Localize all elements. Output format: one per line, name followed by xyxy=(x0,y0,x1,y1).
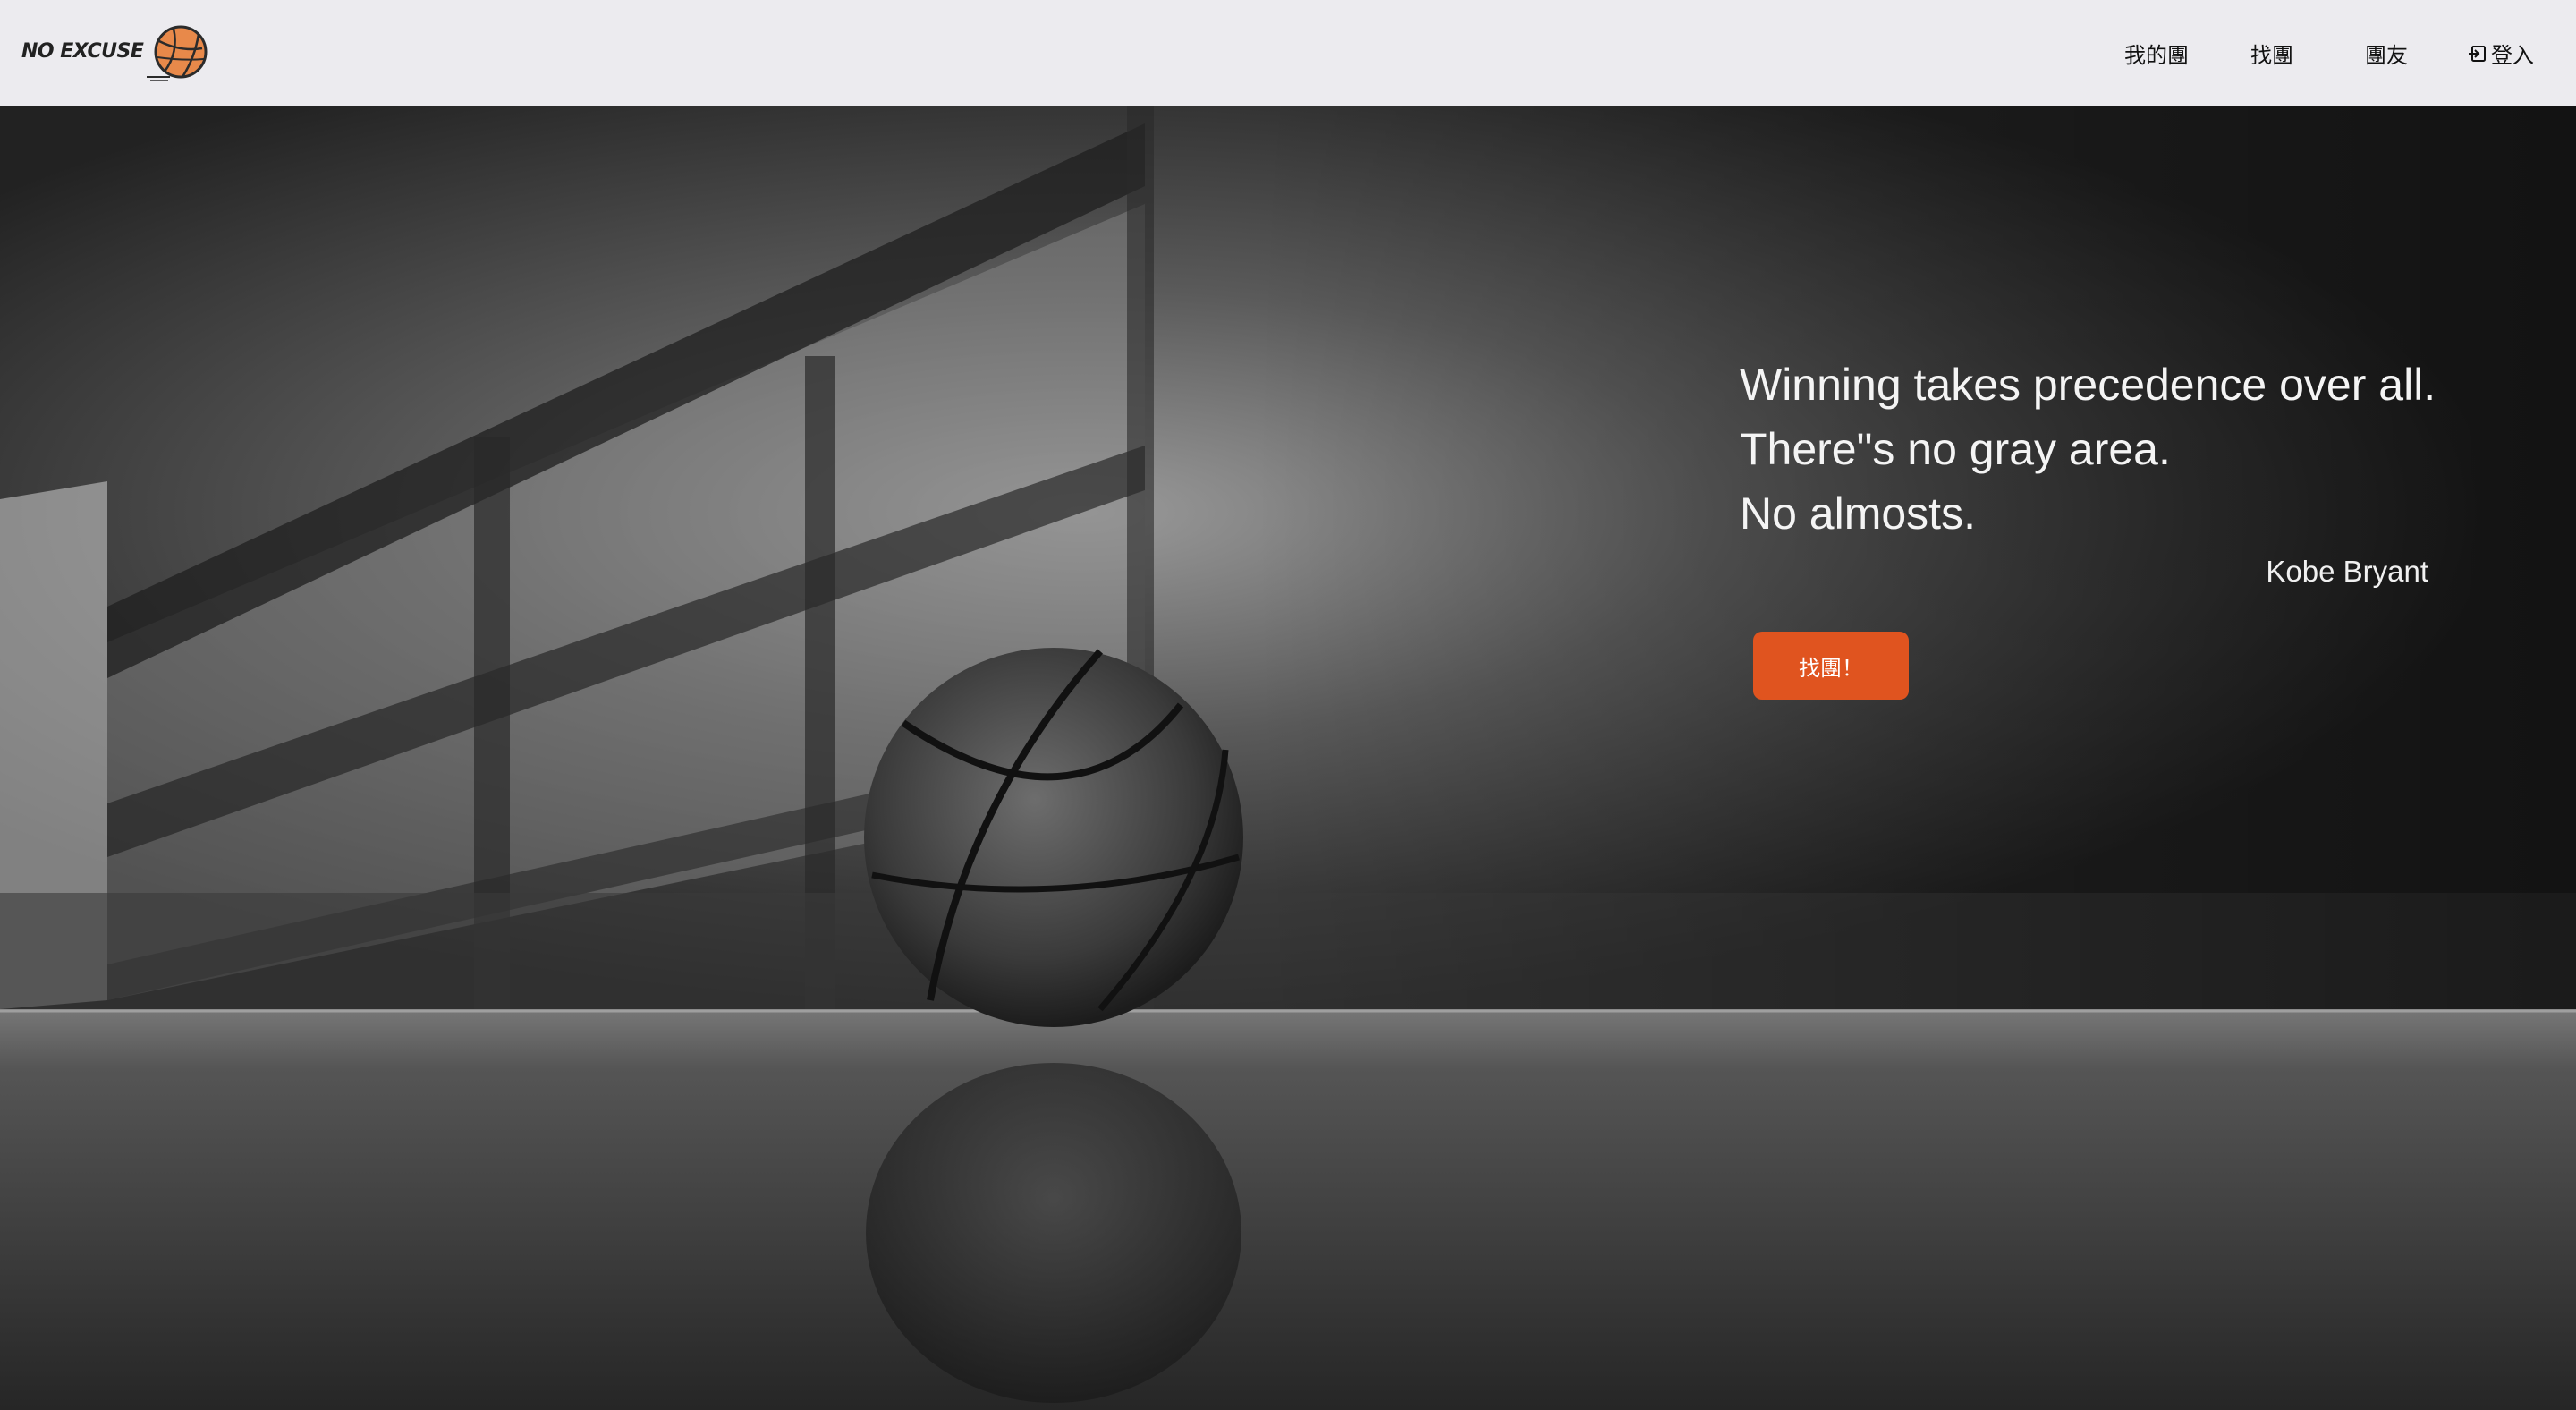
top-navbar: NO EXCUSE 我的團 找團 團友 登入 xyxy=(0,0,2576,106)
nav-buddies[interactable]: 團友 xyxy=(2365,38,2408,69)
hero-section: Winning takes precedence over all. There… xyxy=(0,106,2576,1410)
quote-line-1: Winning takes precedence over all. xyxy=(1740,360,2436,410)
basketball-court-background xyxy=(0,106,2576,1410)
sign-in-icon xyxy=(2469,45,2486,62)
basketball-icon xyxy=(147,25,208,81)
nav-login[interactable]: 登入 xyxy=(2468,38,2534,69)
nav-find-team[interactable]: 找團 xyxy=(2250,38,2293,69)
brand-name: NO EXCUSE xyxy=(21,39,144,63)
kobe-quote: Winning takes precedence over all. There… xyxy=(1740,352,2436,589)
nav-my-team[interactable]: 我的團 xyxy=(2124,38,2189,69)
quote-author: Kobe Bryant xyxy=(2266,555,2428,588)
quote-line-3: No almosts. xyxy=(1740,488,1976,539)
quote-line-2: There"s no gray area. xyxy=(1740,424,2171,474)
brand-logo-link[interactable]: NO EXCUSE xyxy=(21,0,209,106)
find-team-cta-button[interactable]: 找團！ xyxy=(1753,632,1909,700)
nav-login-label: 登入 xyxy=(2491,43,2534,68)
